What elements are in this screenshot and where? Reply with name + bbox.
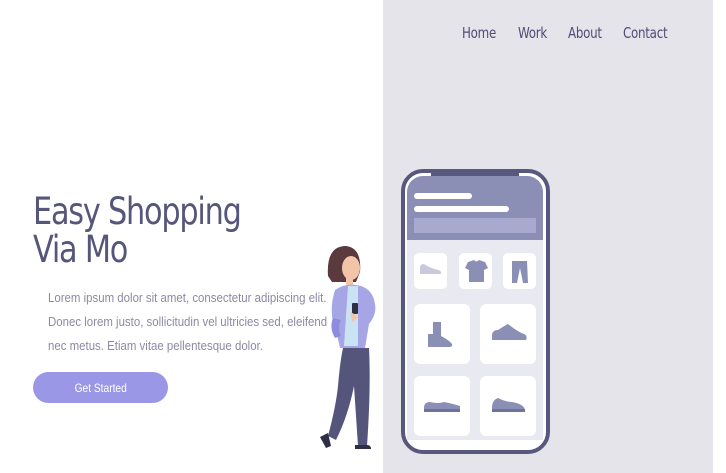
nav-home[interactable]: Home — [462, 22, 496, 44]
hero-title-line2: Via Mo — [33, 228, 128, 271]
woman-illustration — [320, 246, 376, 449]
get-started-button[interactable]: Get Started — [33, 372, 168, 403]
phone-illustration — [401, 169, 550, 454]
nav-work[interactable]: Work — [518, 22, 547, 44]
get-started-label: Get Started — [74, 380, 127, 395]
hero-title: Easy Shopping Via Mo — [33, 190, 242, 271]
nav-contact[interactable]: Contact — [623, 22, 668, 44]
hero-title-line1: Easy Shopping — [33, 190, 242, 233]
hero-description: Lorem ipsum dolor sit amet, consectetur … — [48, 290, 328, 353]
main-nav: Home Work About Contact — [462, 22, 690, 44]
shopping-illustration — [320, 169, 550, 454]
nav-about[interactable]: About — [568, 22, 602, 44]
